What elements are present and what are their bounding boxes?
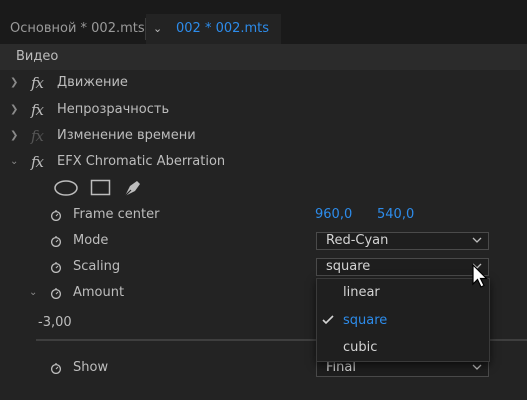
param-label: Amount [73,285,125,300]
mouse-cursor-icon [472,264,488,288]
tab-active-label: 002 * 002.mts [176,21,270,36]
param-label: Frame center [73,207,160,222]
param-label: Show [73,360,109,375]
chevron-down-icon [472,364,482,370]
effect-label: EFX Chromatic Aberration [57,154,226,169]
fx-icon[interactable]: fx [31,149,44,175]
scaling-dropdown-value: square [326,259,371,274]
chevron-down-icon [472,237,482,243]
stopwatch-icon[interactable] [50,209,62,221]
scaling-dropdown[interactable]: square [316,258,489,276]
menu-item-square[interactable]: square [317,307,489,334]
section-header-video: Видео [0,44,527,70]
effect-row-time-remap[interactable]: ❯ fx Изменение времени [0,123,527,149]
checkmark-icon [322,315,334,325]
chevron-down-icon[interactable]: ⌄ [10,149,20,175]
effect-label: Движение [57,75,128,90]
stopwatch-icon[interactable] [50,261,62,273]
rectangle-mask-icon[interactable] [90,179,112,197]
mode-dropdown-value: Red-Cyan [326,233,389,248]
chevron-right-icon[interactable]: ❯ [10,97,20,123]
frame-center-y-value[interactable]: 540,0 [377,202,414,228]
tab-source-clip[interactable]: Основной * 002.mts [0,14,145,44]
menu-item-linear[interactable]: linear [317,279,489,306]
effect-row-motion[interactable]: ❯ fx Движение [0,70,527,96]
param-row-frame-center: Frame center 960,0 540,0 [0,202,527,228]
tab-active-clip[interactable]: ⌄ 002 * 002.mts [146,14,281,44]
show-dropdown-value: Final [326,360,356,375]
chevron-down-icon[interactable]: ⌄ [153,14,162,44]
stopwatch-icon[interactable] [50,287,62,299]
effect-label: Непрозрачность [57,102,170,117]
effect-row-opacity[interactable]: ❯ fx Непрозрачность [0,97,527,123]
mode-dropdown[interactable]: Red-Cyan [316,232,489,250]
menu-item-label: linear [343,285,380,300]
pen-mask-icon[interactable] [122,177,144,199]
stopwatch-icon[interactable] [50,362,62,374]
menu-item-label: square [343,313,388,328]
scaling-dropdown-menu: linear square cubic [316,278,490,362]
chevron-down-icon[interactable]: ⌄ [29,280,39,306]
ellipse-mask-icon[interactable] [54,179,79,197]
stopwatch-icon[interactable] [50,235,62,247]
chevron-right-icon[interactable]: ❯ [10,70,20,96]
fx-icon: fx [31,127,44,145]
fx-icon[interactable]: fx [31,97,44,123]
amount-value[interactable]: -3,00 [38,310,72,336]
menu-item-label: cubic [343,340,378,355]
fx-icon[interactable]: fx [31,70,44,96]
param-label: Mode [73,233,109,248]
chevron-right-icon[interactable]: ❯ [10,123,20,149]
effect-row-chromatic-aberration[interactable]: ⌄ fx EFX Chromatic Aberration [0,149,527,175]
menu-item-cubic[interactable]: cubic [317,334,489,361]
effect-label: Изменение времени [57,128,196,143]
frame-center-x-value[interactable]: 960,0 [315,202,352,228]
param-label: Scaling [73,259,121,274]
